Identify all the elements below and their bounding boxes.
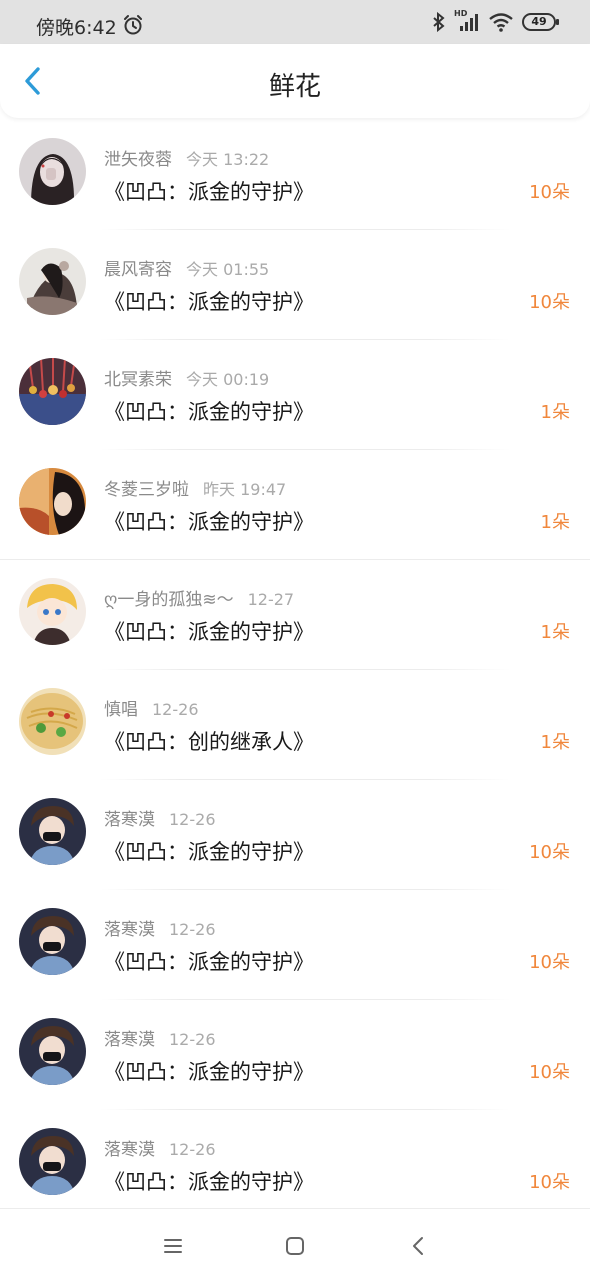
flower-count: 10朵 bbox=[529, 292, 570, 313]
sender-name: 慎唱 12-26 bbox=[104, 695, 199, 720]
sender-name-text: 落寒漠 bbox=[104, 810, 155, 830]
book-title: 《凹凸：派金的守护》 bbox=[104, 620, 314, 644]
sender-name-text: 落寒漠 bbox=[104, 1140, 155, 1160]
sender-name-text: 晨风寄容 bbox=[104, 260, 172, 280]
battery-icon: 49 bbox=[522, 13, 559, 31]
sender-name-text: 慎唱 bbox=[104, 700, 138, 720]
book-title: 《凹凸：派金的守护》 bbox=[104, 1170, 314, 1194]
avatar[interactable] bbox=[19, 358, 86, 425]
avatar[interactable] bbox=[19, 1128, 86, 1195]
flower-count: 10朵 bbox=[529, 1172, 570, 1193]
sent-time: 今天 01:55 bbox=[186, 260, 270, 279]
sent-time: 12-26 bbox=[169, 810, 216, 829]
flower-count: 10朵 bbox=[529, 842, 570, 863]
page-title: 鲜花 bbox=[268, 72, 321, 102]
book-title: 《凹凸：派金的守护》 bbox=[104, 1060, 314, 1084]
avatar[interactable] bbox=[19, 688, 86, 755]
avatar[interactable] bbox=[19, 798, 86, 865]
header: 鲜花 bbox=[0, 44, 590, 118]
flower-count: 1朵 bbox=[540, 622, 570, 643]
sender-name: 泄矢夜蓉 今天 13:22 bbox=[104, 145, 269, 170]
sender-name: ღ一身的孤独≋〜 12-27 bbox=[104, 585, 294, 610]
flower-count: 1朵 bbox=[540, 512, 570, 533]
avatar[interactable] bbox=[19, 138, 86, 205]
list-item[interactable]: 落寒漠 12-26 《凹凸：派金的守护》 10朵 bbox=[0, 1110, 590, 1220]
flower-count: 10朵 bbox=[529, 182, 570, 203]
sender-name-text: 冬菱三岁啦 bbox=[104, 480, 189, 500]
sender-name: 北冥素荣 今天 00:19 bbox=[104, 365, 269, 390]
status-bar: 傍晚6:42 HD 49 bbox=[0, 0, 590, 44]
book-title: 《凹凸：派金的守护》 bbox=[104, 510, 314, 534]
sender-name-text: 落寒漠 bbox=[104, 1030, 155, 1050]
sent-time: 12-26 bbox=[169, 1030, 216, 1049]
list-item[interactable]: 冬菱三岁啦 昨天 19:47 《凹凸：派金的守护》 1朵 bbox=[0, 450, 590, 560]
sender-name-text: 泄矢夜蓉 bbox=[104, 150, 172, 170]
sender-name: 落寒漠 12-26 bbox=[104, 805, 216, 830]
wifi-icon bbox=[489, 13, 513, 32]
sent-time: 今天 00:19 bbox=[186, 370, 270, 389]
sent-time: 12-26 bbox=[152, 700, 199, 719]
list-item[interactable]: ღ一身的孤独≋〜 12-27 《凹凸：派金的守护》 1朵 bbox=[0, 560, 590, 670]
avatar[interactable] bbox=[19, 248, 86, 315]
sent-time: 今天 13:22 bbox=[186, 150, 270, 169]
flower-count: 1朵 bbox=[540, 402, 570, 423]
menu-icon[interactable] bbox=[158, 1231, 188, 1261]
sent-time: 昨天 19:47 bbox=[203, 480, 287, 499]
flower-count: 10朵 bbox=[529, 1062, 570, 1083]
book-title: 《凹凸：派金的守护》 bbox=[104, 180, 314, 204]
book-title: 《凹凸：派金的守护》 bbox=[104, 950, 314, 974]
list-item[interactable]: 慎唱 12-26 《凹凸：创的继承人》 1朵 bbox=[0, 670, 590, 780]
avatar[interactable] bbox=[19, 1018, 86, 1085]
flower-list: 泄矢夜蓉 今天 13:22 《凹凸：派金的守护》 10朵 晨风寄容 今天 01:55… bbox=[0, 120, 590, 1220]
sent-time: 12-26 bbox=[169, 1140, 216, 1159]
system-nav-bar bbox=[0, 1208, 590, 1281]
flower-count: 10朵 bbox=[529, 952, 570, 973]
list-item[interactable]: 落寒漠 12-26 《凹凸：派金的守护》 10朵 bbox=[0, 1000, 590, 1110]
back-icon[interactable] bbox=[404, 1231, 434, 1261]
sender-name: 冬菱三岁啦 昨天 19:47 bbox=[104, 475, 286, 500]
sender-name-text: 落寒漠 bbox=[104, 920, 155, 940]
sent-time: 12-26 bbox=[169, 920, 216, 939]
book-title: 《凹凸：派金的守护》 bbox=[104, 840, 314, 864]
list-item[interactable]: 落寒漠 12-26 《凹凸：派金的守护》 10朵 bbox=[0, 780, 590, 890]
sender-name-text: ღ一身的孤独≋〜 bbox=[104, 590, 234, 610]
bluetooth-icon bbox=[433, 12, 445, 32]
avatar[interactable] bbox=[19, 908, 86, 975]
sender-name-text: 北冥素荣 bbox=[104, 370, 172, 390]
list-item[interactable]: 晨风寄容 今天 01:55 《凹凸：派金的守护》 10朵 bbox=[0, 230, 590, 340]
sent-time: 12-27 bbox=[247, 590, 295, 609]
list-item[interactable]: 北冥素荣 今天 00:19 《凹凸：派金的守护》 1朵 bbox=[0, 340, 590, 450]
book-title: 《凹凸：派金的守护》 bbox=[104, 400, 314, 424]
flower-count: 1朵 bbox=[540, 732, 570, 753]
home-icon[interactable] bbox=[280, 1231, 310, 1261]
sender-name: 落寒漠 12-26 bbox=[104, 1135, 216, 1160]
status-time: 傍晚6:42 bbox=[36, 17, 117, 39]
list-item[interactable]: 落寒漠 12-26 《凹凸：派金的守护》 10朵 bbox=[0, 890, 590, 1000]
alarm-icon bbox=[124, 15, 142, 35]
sender-name: 落寒漠 12-26 bbox=[104, 1025, 216, 1050]
book-title: 《凹凸：创的继承人》 bbox=[104, 730, 314, 754]
avatar[interactable] bbox=[19, 468, 86, 535]
battery-level: 49 bbox=[531, 15, 547, 28]
list-item[interactable]: 泄矢夜蓉 今天 13:22 《凹凸：派金的守护》 10朵 bbox=[0, 120, 590, 230]
sender-name: 落寒漠 12-26 bbox=[104, 915, 216, 940]
avatar[interactable] bbox=[19, 578, 86, 645]
signal-icon: HD bbox=[454, 9, 480, 32]
book-title: 《凹凸：派金的守护》 bbox=[104, 290, 314, 314]
sender-name: 晨风寄容 今天 01:55 bbox=[104, 255, 269, 280]
